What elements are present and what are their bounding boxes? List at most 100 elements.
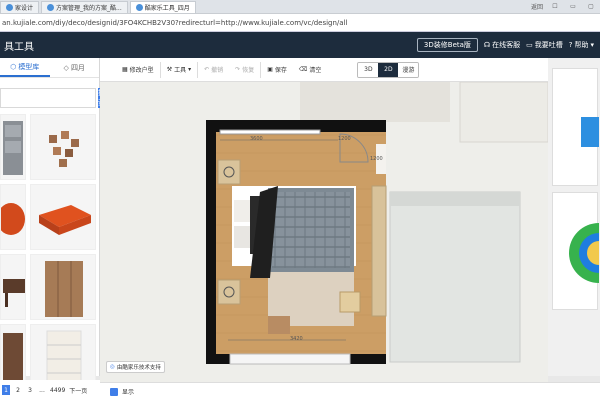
- bottom-window: [229, 353, 351, 365]
- dimension-label-bottom: 3420: [290, 336, 303, 342]
- search-input[interactable]: [0, 88, 96, 108]
- preview-card-top[interactable]: [552, 68, 599, 186]
- faint-room-right: [459, 82, 548, 143]
- view-2d-button[interactable]: 2D: [378, 62, 399, 77]
- model-thumb-wardrobe[interactable]: [30, 254, 96, 320]
- edit-floorplan-icon: ▦: [122, 66, 128, 73]
- toolbar-label: 保存: [274, 67, 287, 74]
- model-thumb-ottoman[interactable]: [0, 184, 26, 250]
- app-header: 具工具 3D装修Beta版 ☊ 在线客服 ▭ 我要吐槽 ? 帮助 ▾: [0, 32, 600, 58]
- browser-tab-3[interactable]: 酷家乐工具_四月: [129, 1, 196, 13]
- tab-label: 方案管理_我的方案_酷...: [56, 5, 122, 12]
- model-thumb-stools[interactable]: [30, 114, 96, 180]
- tab-label: 家设计: [15, 5, 34, 12]
- minimize-icon[interactable]: ☐: [546, 0, 564, 13]
- page-ellipsis: ...: [39, 386, 45, 394]
- stool-set-icon: [49, 131, 79, 167]
- faint-room-bathroom: [389, 191, 521, 363]
- status-bar: 显示: [100, 382, 600, 400]
- toolbar-label: 恢复: [242, 67, 255, 74]
- cube-icon: ⬡: [10, 62, 17, 71]
- dimension-label-door: 1200: [338, 136, 351, 142]
- ottoman: [268, 316, 290, 334]
- kujiale-logo-icon: ◎: [110, 364, 115, 370]
- beta-3d-button[interactable]: 3D装修Beta版: [416, 38, 478, 52]
- preview-3d-icon: [581, 117, 599, 147]
- view-walkthrough-button[interactable]: 漫游: [398, 62, 419, 77]
- restore-icon[interactable]: ▢: [582, 0, 600, 13]
- browser-tabbar: 家设计 方案管理_我的方案_酷... 酷家乐工具_四月 返回 ☐ ▭ ▢: [0, 0, 600, 14]
- browser-tab-2[interactable]: 方案管理_我的方案_酷...: [41, 1, 128, 13]
- support-badge[interactable]: ◎ 由酷家乐技术支持: [106, 361, 165, 373]
- top-window: [219, 129, 321, 135]
- app-title: 具工具: [4, 41, 34, 53]
- bench-icon: [39, 205, 91, 235]
- clear-icon: ⌫: [298, 66, 308, 73]
- page-3[interactable]: 3: [26, 385, 34, 395]
- back-window-button[interactable]: 返回: [528, 0, 546, 13]
- faint-wall: [390, 192, 520, 206]
- color-wheel-icon: [569, 223, 599, 283]
- tab-april[interactable]: ◇ 四月: [50, 58, 100, 77]
- model-thumb-table[interactable]: [0, 254, 26, 320]
- online-support-link[interactable]: ☊ 在线客服: [484, 40, 520, 50]
- tools-dropdown[interactable]: ⚒ 工具 ▾: [161, 61, 197, 79]
- headset-icon: ☊: [483, 41, 491, 49]
- tab-model-library[interactable]: ⬡ 模型库: [0, 58, 50, 77]
- nightstand-top: [217, 159, 241, 185]
- link-label: 我要吐槽: [534, 41, 563, 49]
- redo-icon: ↷: [235, 66, 241, 73]
- page-1[interactable]: 1: [2, 385, 10, 395]
- edit-floorplan-button[interactable]: ▦ 修改户型: [116, 61, 160, 79]
- help-icon: ?: [568, 41, 573, 49]
- model-thumb-bench[interactable]: [30, 184, 96, 250]
- faint-room-top: [300, 82, 450, 122]
- tag-icon: ◇: [63, 63, 69, 72]
- redo-button[interactable]: ↷ 恢复: [229, 61, 260, 79]
- link-label: 帮助: [574, 41, 589, 49]
- armchair: [339, 291, 361, 313]
- next-page-button[interactable]: 下一页: [69, 385, 87, 395]
- chat-icon: ▭: [526, 41, 533, 49]
- page-2[interactable]: 2: [14, 385, 22, 395]
- blanket-pattern: [272, 192, 350, 268]
- support-text: 由酷家乐技术支持: [116, 365, 161, 371]
- model-library-sidebar: ⬡ 模型库 ◇ 四月 搜索: [0, 58, 105, 390]
- site-icon: [47, 4, 55, 11]
- table-icon: [3, 279, 25, 307]
- maximize-icon[interactable]: ▭: [564, 0, 582, 13]
- design-canvas[interactable]: 3600 1200 3420 1200: [100, 82, 548, 382]
- save-button[interactable]: ▣ 保存: [261, 61, 293, 79]
- page-last[interactable]: 4499: [50, 385, 65, 395]
- toolbar-label: 修改户型: [129, 67, 154, 74]
- nightstand-bottom: [217, 279, 241, 305]
- view-toggle: 3D 2D 漫游: [357, 61, 420, 78]
- address-bar[interactable]: an.kujiale.com/diy/deco/designid/3FO4KCH…: [0, 14, 600, 32]
- link-label: 在线客服: [492, 41, 521, 49]
- design-toolbar: ▦ 修改户型 ⚒ 工具 ▾ ↶ 撤销 ↷ 恢复 ▣ 保存 ⌫ 清空 3D 2D …: [100, 58, 548, 82]
- floorplan-drawing: [206, 82, 548, 365]
- help-link[interactable]: ? 帮助 ▾: [569, 40, 594, 50]
- toolbar-label: 清空: [309, 67, 322, 74]
- undo-icon: ↶: [204, 66, 210, 73]
- pillow-2: [234, 226, 250, 248]
- ottoman-icon: [1, 203, 25, 235]
- save-icon: ▣: [267, 66, 273, 73]
- undo-button[interactable]: ↶ 撤销: [198, 61, 229, 79]
- toolbar-label: 工具: [174, 67, 187, 74]
- display-checkbox[interactable]: [110, 387, 118, 396]
- browser-tab-1[interactable]: 家设计: [0, 1, 40, 13]
- site-icon: [135, 4, 143, 11]
- chevron-down-icon: ▾: [590, 41, 594, 49]
- tab-label: 模型库: [18, 62, 40, 71]
- address-text: an.kujiale.com/diy/deco/designid/3FO4KCH…: [2, 18, 348, 27]
- tools-icon: ⚒: [166, 66, 173, 73]
- preview-card-bottom[interactable]: [552, 192, 599, 310]
- tab-label: 四月: [70, 63, 85, 72]
- cabinet-icon: [3, 121, 23, 175]
- clear-button[interactable]: ⌫ 清空: [293, 61, 328, 79]
- feedback-link[interactable]: ▭ 我要吐槽: [526, 40, 563, 50]
- view-3d-button[interactable]: 3D: [358, 62, 379, 77]
- model-thumb-cabinet[interactable]: [0, 114, 26, 180]
- chevron-down-icon: ▾: [188, 66, 192, 73]
